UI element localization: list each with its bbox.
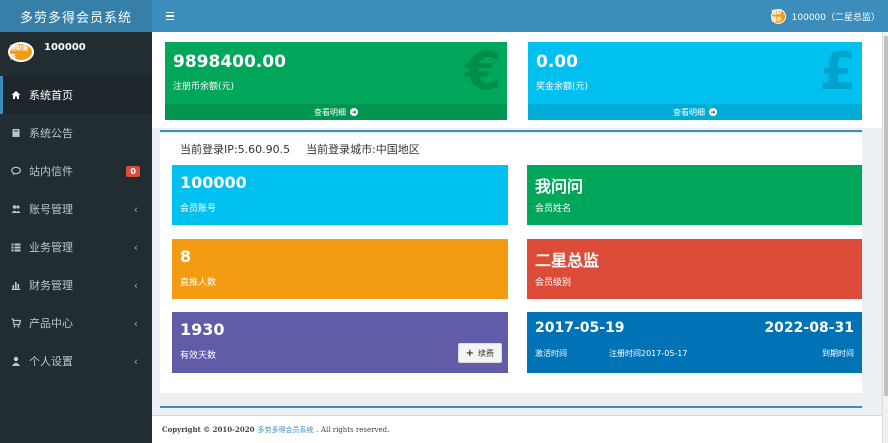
balance-panel: 9898400.00 注册币余额(元) € 查看明细 ➜ 0.00 奖金余额(元…: [152, 32, 882, 128]
sidebar-item-home[interactable]: 系统首页: [0, 76, 152, 114]
member-level-label: 会员级别: [535, 278, 572, 288]
scrollbar-thumb[interactable]: [884, 36, 888, 396]
name-label: 会员姓名: [535, 204, 572, 214]
login-info: 当前登录IP:5.60.90.5 当前登录城市:中国地区: [180, 141, 420, 157]
sidebar-item-accounts[interactable]: 账号管理 ‹: [0, 190, 152, 228]
login-ip: 当前登录IP:5.60.90.5: [180, 143, 291, 156]
divider: [160, 406, 862, 408]
membership-dates-box: 2017-05-19 2022-08-31 激活时间 注册时间2017-05-1…: [527, 312, 862, 373]
footer-site-link[interactable]: 多劳多得会员系统: [258, 425, 314, 435]
user-icon: [11, 356, 21, 366]
app-logo[interactable]: 多劳多得会员系统: [0, 0, 152, 32]
rights-text: . All rights reserved.: [316, 425, 390, 434]
cart-icon: [11, 318, 21, 328]
user-menu[interactable]: 理财服务 100000（二星总监）: [770, 8, 880, 24]
detail-link-label: 查看明细: [314, 107, 346, 117]
message-count-badge: 0: [126, 165, 140, 177]
arrow-circle-right-icon: ➜: [709, 108, 717, 116]
user-avatar-small: 理财服务: [770, 8, 786, 24]
chevron-left-icon: ‹: [133, 240, 138, 254]
main-content: 9898400.00 注册币余额(元) € 查看明细 ➜ 0.00 奖金余额(元…: [152, 32, 882, 415]
valid-days-box: 1930 有效天数 + 续费: [172, 312, 508, 373]
footer: Copyright © 2010-2020 多劳多得会员系统 . All rig…: [152, 415, 888, 443]
member-level-box: 二星总监 会员级别: [527, 239, 862, 299]
divider: [160, 130, 862, 132]
sidebar-toggle-icon[interactable]: [156, 11, 184, 21]
bonus-balance-detail-link[interactable]: 查看明细 ➜: [528, 104, 862, 120]
login-city: 当前登录城市:中国地区: [306, 143, 420, 156]
plus-icon: +: [465, 347, 474, 359]
list-icon: [11, 242, 21, 252]
sidebar-item-finance[interactable]: 财务管理 ‹: [0, 266, 152, 304]
sidebar-item-label: 个人设置: [29, 355, 73, 368]
registered-balance-label: 注册币余额(元): [173, 82, 235, 92]
euro-icon: €: [464, 42, 501, 102]
pound-icon: £: [819, 42, 856, 102]
activate-date-value: 2017-05-19: [535, 320, 625, 336]
user-menu-label: 100000（二星总监）: [791, 12, 880, 23]
sidebar-item-label: 账号管理: [29, 203, 73, 216]
user-panel: 理财服务 100000: [0, 32, 152, 72]
arrow-circle-right-icon: ➜: [350, 108, 358, 116]
page-scrollbar[interactable]: [882, 32, 888, 443]
comment-icon: [11, 166, 21, 176]
bonus-balance-value: 0.00: [536, 52, 578, 72]
account-value: 100000: [180, 173, 247, 192]
expire-date-value: 2022-08-31: [764, 320, 854, 336]
bar-chart-icon: [11, 280, 21, 290]
users-icon: [11, 204, 21, 214]
activate-date-label: 激活时间: [535, 349, 567, 358]
app-title: 多劳多得会员系统: [19, 10, 132, 26]
chevron-left-icon: ‹: [133, 278, 138, 292]
chevron-left-icon: ‹: [133, 354, 138, 368]
direct-referrals-label: 直推人数: [180, 278, 217, 288]
direct-referrals-box: 8 直推人数: [172, 239, 508, 299]
name-box: 我问问 会员姓名: [527, 165, 862, 225]
sidebar-item-settings[interactable]: 个人设置 ‹: [0, 342, 152, 380]
bonus-balance-label: 奖金余额(元): [536, 82, 589, 92]
sidebar-item-label: 业务管理: [29, 241, 73, 254]
sidebar: 理财服务 100000 系统首页 系统公告 站内信件 0 账号管理 ‹ 业务管理…: [0, 32, 152, 443]
register-date-label: 注册时间2017-05-17: [609, 349, 688, 358]
sidebar-menu: 系统首页 系统公告 站内信件 0 账号管理 ‹ 业务管理 ‹ 财务管理 ‹ 产品…: [0, 76, 152, 380]
sidebar-item-business[interactable]: 业务管理 ‹: [0, 228, 152, 266]
chevron-left-icon: ‹: [133, 316, 138, 330]
copyright-text: Copyright © 2010-2020: [162, 425, 255, 434]
sidebar-item-messages[interactable]: 站内信件 0: [0, 152, 152, 190]
valid-days-value: 1930: [180, 320, 225, 339]
book-icon: [11, 128, 21, 138]
sidebar-item-announcements[interactable]: 系统公告: [0, 114, 152, 152]
expire-date-label: 到期时间: [822, 349, 854, 358]
valid-days-label: 有效天数: [180, 351, 217, 361]
sidebar-item-products[interactable]: 产品中心 ‹: [0, 304, 152, 342]
renew-button-label: 续费: [478, 348, 494, 358]
sidebar-item-label: 系统公告: [29, 127, 73, 140]
chevron-left-icon: ‹: [133, 202, 138, 216]
member-level-value: 二星总监: [535, 251, 600, 270]
sidebar-user-name: 100000: [44, 41, 86, 53]
top-navbar: 理财服务 100000（二星总监）: [152, 0, 888, 32]
account-label: 会员账号: [180, 204, 217, 214]
registered-balance-detail-link[interactable]: 查看明细 ➜: [165, 104, 507, 120]
bonus-balance-card: 0.00 奖金余额(元) £ 查看明细 ➜: [528, 42, 862, 120]
member-info-panel: 当前登录IP:5.60.90.5 当前登录城市:中国地区 100000 会员账号…: [160, 133, 862, 393]
account-box: 100000 会员账号: [172, 165, 508, 225]
detail-link-label: 查看明细: [673, 107, 705, 117]
sidebar-item-label: 系统首页: [29, 89, 73, 102]
registered-balance-card: 9898400.00 注册币余额(元) € 查看明细 ➜: [165, 42, 507, 120]
name-value: 我问问: [535, 177, 584, 196]
sidebar-item-label: 产品中心: [29, 317, 73, 330]
sidebar-item-label: 站内信件: [29, 165, 73, 178]
home-icon: [11, 90, 21, 100]
renew-button[interactable]: + 续费: [457, 343, 502, 363]
avatar: 理财服务: [8, 42, 34, 62]
registered-balance-value: 9898400.00: [173, 52, 286, 72]
direct-referrals-value: 8: [180, 247, 192, 266]
sidebar-item-label: 财务管理: [29, 279, 73, 292]
